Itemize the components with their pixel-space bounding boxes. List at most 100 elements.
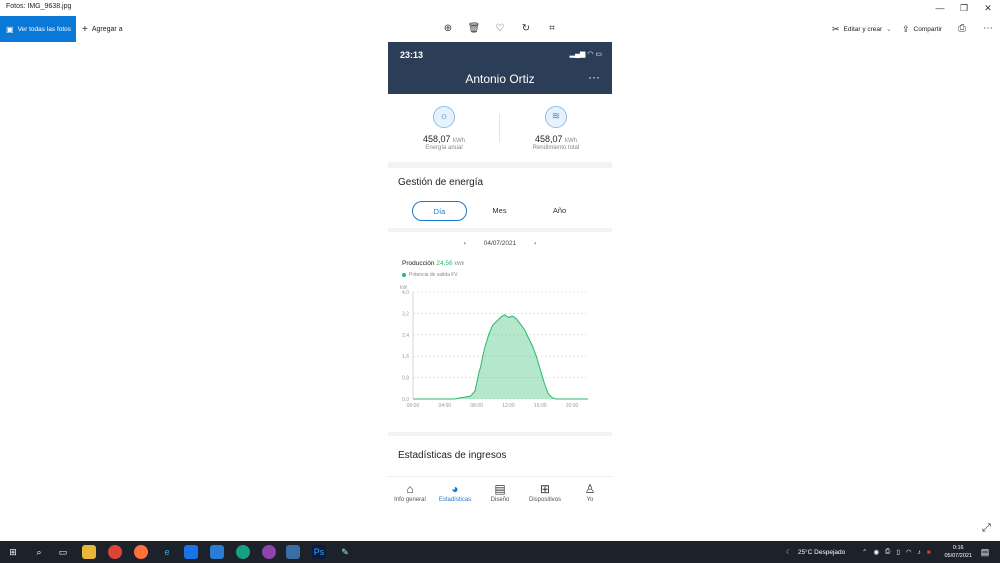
production-chart: kW0,00,81,62,43,24,000:00 04:00 08:00 12:00… <box>400 285 588 409</box>
x-tick-label: 08:00 <box>470 403 483 409</box>
add-to-button[interactable]: + Agregar a <box>82 16 123 42</box>
solar-panel-icon: ☼ <box>433 106 455 128</box>
photoshop-icon[interactable]: Ps <box>312 545 326 559</box>
nav-design[interactable]: ▤ Diseño <box>478 481 522 503</box>
stat-label: Rendimiento total <box>532 145 580 151</box>
battery-icon[interactable]: ▯ <box>896 548 900 556</box>
next-day-icon[interactable]: › <box>534 240 536 247</box>
network-icon[interactable]: ⎙ <box>885 548 890 556</box>
nav-info-general[interactable]: ⌂ Info general <box>388 481 432 503</box>
chart-icon: ≋ <box>545 106 567 128</box>
windows-start-icon[interactable]: ⊞ <box>6 545 20 559</box>
chart-legend: Potencia de salida FV <box>402 272 458 278</box>
nav-me[interactable]: ♙ Yo <box>568 481 612 503</box>
chrome-icon[interactable] <box>108 545 122 559</box>
file-explorer-icon[interactable] <box>82 545 96 559</box>
nav-devices[interactable]: ⊞ Dispositivos <box>523 481 567 503</box>
window-title: Fotos: IMG_9638.jpg <box>6 3 72 10</box>
x-tick-label: 00:00 <box>407 403 420 409</box>
minimize-button[interactable]: — <box>933 2 947 14</box>
income-section: Estadísticas de ingresos <box>388 436 612 476</box>
y-tick-label: 1,6 <box>402 354 409 360</box>
ie-icon[interactable]: e <box>160 545 174 559</box>
chevron-down-icon: ⌄ <box>886 26 892 33</box>
section-title: Estadísticas de ingresos <box>398 450 507 461</box>
selected-date[interactable]: 04/07/2021 <box>484 240 517 247</box>
edit-icon: ✂ <box>832 23 840 34</box>
print-icon[interactable]: ⎙ <box>955 22 969 36</box>
window-titlebar: Fotos: IMG_9638.jpg — ❐ ✕ <box>0 0 1000 16</box>
pie-chart-icon: ◕ <box>451 482 459 496</box>
volume-icon[interactable]: ♪ <box>918 549 921 556</box>
mail-icon[interactable] <box>184 545 198 559</box>
plus-icon: + <box>82 23 88 35</box>
rotate-icon[interactable]: ↻ <box>519 22 533 36</box>
share-label: Compartir <box>913 25 943 33</box>
energy-stats: ☼ 458,07 kWh Energía anual ≋ 458,07 kWh … <box>388 94 612 162</box>
bottom-navigation: ⌂ Info general ◕ Estadísticas ▤ Diseño ⊞… <box>388 476 612 524</box>
tray-app-icon[interactable]: ◉ <box>873 548 879 556</box>
stat-total-yield: ≋ 458,07 kWh Rendimiento total <box>500 102 612 151</box>
tab-year[interactable]: Año <box>532 201 587 221</box>
devices-icon: ⊞ <box>539 482 551 496</box>
weather-text: 25°C Despejado <box>797 548 846 556</box>
y-tick-label: 0,8 <box>402 376 409 382</box>
tab-month[interactable]: Mes <box>472 201 527 221</box>
maximize-button[interactable]: ❐ <box>957 2 971 14</box>
moon-icon: ☾ <box>786 549 792 556</box>
wifi-icon[interactable]: ◠ <box>906 548 912 556</box>
close-button[interactable]: ✕ <box>981 2 995 14</box>
task-view-icon[interactable]: ▭ <box>56 545 70 559</box>
notifications-icon[interactable]: ▤ <box>978 545 992 559</box>
edit-create-label: Editar y crear <box>843 25 883 33</box>
stat-value: 458,07 kWh <box>534 134 578 144</box>
tab-day[interactable]: Día <box>412 201 467 221</box>
photos-app-icon[interactable] <box>210 545 224 559</box>
add-to-label: Agregar a <box>91 25 123 33</box>
energy-management: Gestión de energía Día Mes Año <box>388 168 612 228</box>
series-area <box>413 314 588 399</box>
production-chart-card: ‹ 04/07/2021 › Producción 24,56 kWh Pote… <box>388 232 612 432</box>
y-tick-label: 2,4 <box>402 333 409 339</box>
nav-statistics[interactable]: ◕ Estadísticas <box>433 481 477 503</box>
crop-icon[interactable]: ⌗ <box>545 22 559 36</box>
heart-icon[interactable]: ♡ <box>493 22 507 36</box>
app-header: 23:13 ▂▄▆ ◠ ▭ Antonio Ortiz ··· <box>388 42 612 94</box>
user-icon: ♙ <box>584 482 596 496</box>
y-tick-label: 4,0 <box>402 290 409 296</box>
zoom-icon[interactable]: ⊕ <box>441 22 455 36</box>
period-tabs: Día Mes Año <box>388 201 612 223</box>
view-all-label: Ver todas las fotos <box>17 25 72 33</box>
x-tick-label: 12:00 <box>502 403 515 409</box>
photos-active-icon[interactable] <box>286 545 300 559</box>
view-all-photos-button[interactable]: ▣ Ver todas las fotos <box>0 16 76 42</box>
x-tick-label: 04:00 <box>439 403 452 409</box>
search-icon[interactable]: ⌕ <box>32 545 46 559</box>
home-icon: ⌂ <box>406 482 414 496</box>
tray-red-icon[interactable]: ■ <box>927 549 931 556</box>
edge-icon[interactable] <box>236 545 250 559</box>
edit-create-button[interactable]: ✂ Editar y crear ⌄ <box>832 16 892 42</box>
legend-label: Potencia de salida FV <box>409 272 458 278</box>
stat-annual-energy: ☼ 458,07 kWh Energía anual <box>388 102 500 151</box>
x-tick-label: 20:00 <box>566 403 579 409</box>
legend-dot <box>402 273 406 277</box>
stat-label: Energía anual <box>425 145 463 151</box>
expand-icon[interactable]: ⤢ <box>982 522 991 535</box>
phone-screenshot: 23:13 ▂▄▆ ◠ ▭ Antonio Ortiz ··· ☼ 458,07… <box>388 42 612 524</box>
trash-icon[interactable]: 🗑 <box>467 22 481 36</box>
more-menu-icon[interactable]: ··· <box>588 70 600 84</box>
system-tray: ⌃ ◉ ⎙ ▯ ◠ ♪ ■ <box>862 541 931 563</box>
share-button[interactable]: ⇪ Compartir <box>902 16 942 42</box>
misc-app-icon[interactable]: ✎ <box>338 545 352 559</box>
more-options-icon[interactable]: ⋯ <box>981 22 995 36</box>
weather-widget[interactable]: ☾ 25°C Despejado <box>786 541 845 563</box>
firefox-icon[interactable] <box>134 545 148 559</box>
prev-day-icon[interactable]: ‹ <box>464 240 466 247</box>
clock[interactable]: 0:16 05/07/2021 <box>944 544 972 560</box>
app-icon[interactable] <box>262 545 276 559</box>
section-title: Gestión de energía <box>398 177 484 188</box>
photos-icon: ▣ <box>6 24 14 34</box>
clock-date: 05/07/2021 <box>944 553 972 559</box>
chevron-up-icon[interactable]: ⌃ <box>862 548 867 556</box>
